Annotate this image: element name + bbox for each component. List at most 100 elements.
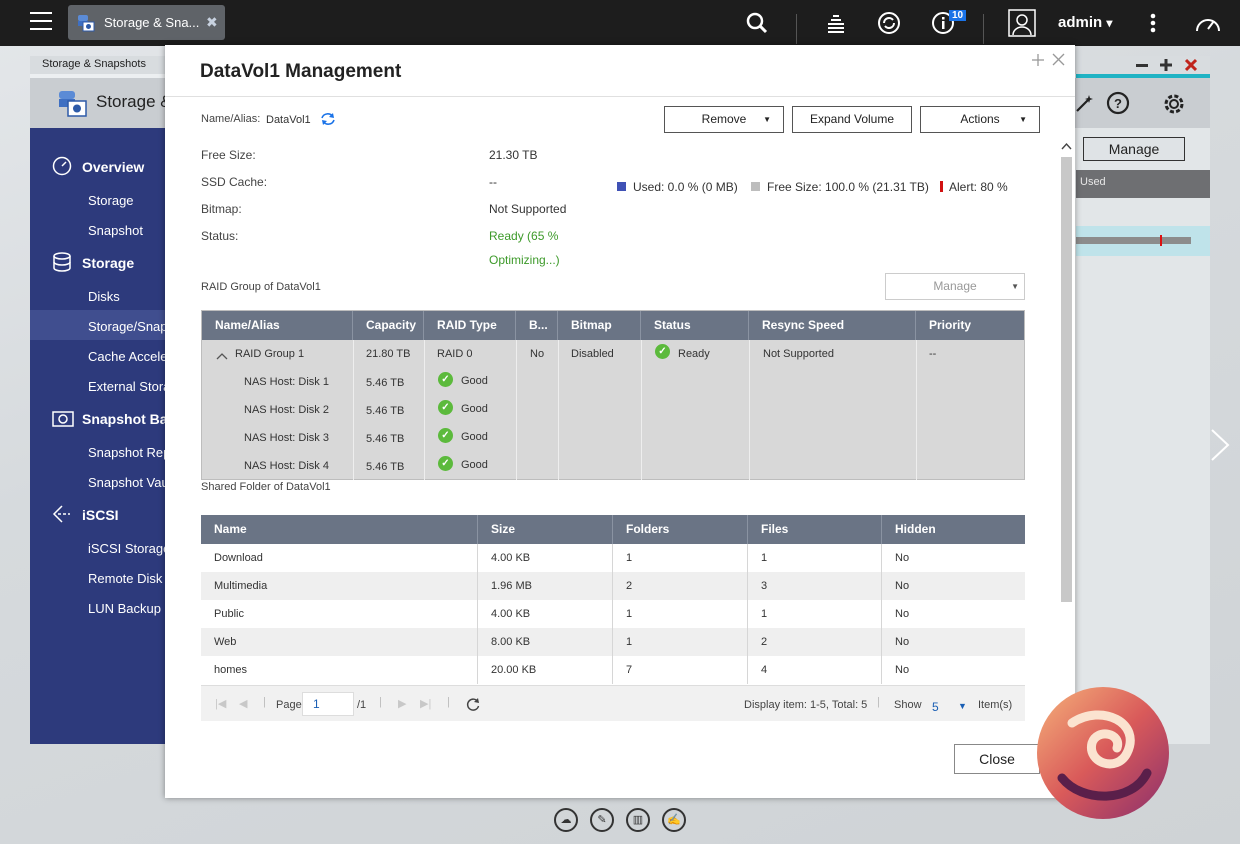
maximize-icon[interactable] [1160, 58, 1172, 72]
background-tasks-icon[interactable] [825, 12, 847, 37]
refresh-icon[interactable] [320, 111, 336, 130]
column-header[interactable]: Size [478, 515, 613, 544]
sidebar-item-external[interactable]: External Stora [88, 379, 170, 394]
next-page-icon[interactable]: ▶ [398, 697, 406, 710]
collapse-chevron-icon[interactable] [216, 349, 228, 363]
close-window-icon[interactable] [1184, 58, 1198, 72]
actions-button[interactable]: Actions ▼ [920, 106, 1040, 133]
column-header[interactable]: Status [641, 311, 749, 340]
raid-group-type: RAID 0 [437, 348, 473, 360]
page-input[interactable]: 1 [302, 692, 354, 716]
disk-row[interactable]: NAS Host: Disk 1 5.46 TB ✓ Good [202, 368, 1024, 396]
dock-notes-icon[interactable]: ✍ [662, 808, 686, 832]
shared-folder-section-label: Shared Folder of DataVol1 [201, 481, 331, 493]
raid-manage-button[interactable]: Manage ▼ [885, 273, 1025, 300]
column-header[interactable]: Files [748, 515, 882, 544]
main-menu-icon[interactable] [30, 12, 52, 30]
sidebar-item-snapshot-vault[interactable]: Snapshot Vau [88, 475, 169, 490]
user-menu[interactable]: admin ▾ [1058, 14, 1112, 31]
disk-status: Good [461, 375, 488, 387]
user-avatar-icon[interactable] [1008, 9, 1036, 40]
chevron-down-icon: ▼ [958, 701, 967, 711]
table-row[interactable]: homes 20.00 KB 7 4 No [201, 656, 1025, 684]
actions-button-label: Actions [960, 112, 1000, 126]
page-size-select[interactable]: 5 ▼ [926, 694, 972, 714]
dock-tools-icon[interactable]: ✎ [590, 808, 614, 832]
column-header[interactable]: Priority [916, 311, 1024, 340]
reload-icon[interactable] [466, 697, 480, 714]
table-row[interactable]: Web 8.00 KB 1 2 No [201, 628, 1025, 656]
disk-row[interactable]: NAS Host: Disk 3 5.46 TB ✓ Good [202, 424, 1024, 452]
pager-divider: | [447, 696, 450, 708]
disk-row[interactable]: NAS Host: Disk 4 5.46 TB ✓ Good [202, 452, 1024, 480]
sidebar: Overview Storage Snapshot Storage Disks … [30, 128, 175, 744]
pager-divider: | [877, 696, 880, 708]
disk-row[interactable]: NAS Host: Disk 2 5.46 TB ✓ Good [202, 396, 1024, 424]
dialog-close-icon[interactable] [1052, 51, 1065, 71]
table-row[interactable]: Public 4.00 KB 1 1 No [201, 600, 1025, 628]
dialog-maximize-icon[interactable] [1032, 53, 1044, 71]
table-row[interactable]: Multimedia 1.96 MB 2 3 No [201, 572, 1025, 600]
sidebar-item-snapshot-backup[interactable]: Snapshot Bac [82, 411, 175, 427]
sidebar-item-storage-overview[interactable]: Storage [88, 193, 134, 208]
column-header[interactable]: Name [201, 515, 478, 544]
remove-button[interactable]: Remove ▼ [664, 106, 784, 133]
column-header[interactable]: Bitmap [558, 311, 641, 340]
shared-folder-header: Name Size Folders Files Hidden [201, 515, 1025, 544]
sync-icon[interactable] [877, 11, 901, 38]
sidebar-item-lun-backup[interactable]: LUN Backup [88, 601, 161, 616]
column-header[interactable]: Name/Alias [202, 311, 353, 340]
column-header[interactable]: Hidden [882, 515, 1025, 544]
used-legend: Used: 0.0 % (0 MB) [633, 180, 738, 194]
expand-volume-button[interactable]: Expand Volume [792, 106, 912, 133]
folder-size: 20.00 KB [478, 656, 613, 684]
search-icon[interactable] [746, 12, 768, 37]
settings-gear-icon[interactable] [1161, 91, 1187, 120]
prev-page-icon[interactable]: ◀ [239, 697, 247, 710]
disk-status: Good [461, 431, 488, 443]
help-icon[interactable]: ? [1106, 91, 1130, 118]
sidebar-item-iscsi-storage[interactable]: iSCSI Storage [88, 541, 170, 556]
minimize-icon[interactable] [1136, 58, 1148, 72]
sidebar-item-snapshot-overview[interactable]: Snapshot [88, 223, 143, 238]
close-button[interactable]: Close [954, 744, 1040, 774]
column-header[interactable]: Resync Speed [749, 311, 916, 340]
bg-manage-button[interactable]: Manage [1083, 137, 1185, 161]
overview-icon [52, 156, 72, 179]
column-header[interactable]: B... [516, 311, 558, 340]
folder-hidden: No [895, 552, 910, 564]
column-header[interactable]: RAID Type [424, 311, 516, 340]
dock-book-icon[interactable]: ▥ [626, 808, 650, 832]
sidebar-item-snapshot-replica[interactable]: Snapshot Rep [88, 445, 170, 460]
dock-cloud-icon[interactable]: ☁ [554, 808, 578, 832]
free-legend: Free Size: 100.0 % (21.31 TB) [767, 180, 929, 194]
wand-icon[interactable] [1074, 92, 1096, 117]
bitmap-label: Bitmap: [201, 202, 242, 216]
raid-group-priority: -- [929, 348, 937, 360]
table-row[interactable]: Download 4.00 KB 1 1 No [201, 544, 1025, 572]
sidebar-item-storage[interactable]: Storage [82, 255, 134, 271]
scrollbar-thumb[interactable] [1061, 157, 1072, 602]
pager-divider: | [263, 696, 266, 708]
more-options-icon[interactable] [1150, 13, 1156, 36]
sidebar-item-iscsi[interactable]: iSCSI [82, 507, 119, 523]
status-label: Status: [201, 229, 239, 243]
free-legend-swatch [751, 182, 760, 191]
last-page-icon[interactable]: ▶| [420, 697, 431, 710]
sidebar-item-disks[interactable]: Disks [88, 289, 120, 304]
sidebar-item-remote-disk[interactable]: Remote Disk [88, 571, 162, 586]
dashboard-gauge-icon[interactable] [1194, 11, 1222, 38]
chevron-down-icon: ▼ [763, 115, 771, 124]
free-size-label: Free Size: [201, 148, 256, 162]
sidebar-item-overview[interactable]: Overview [82, 159, 144, 175]
first-page-icon[interactable]: |◀ [215, 697, 226, 710]
column-header[interactable]: Folders [613, 515, 748, 544]
desktop-right-arrow-icon[interactable] [1208, 428, 1232, 462]
column-header[interactable]: Capacity [353, 311, 424, 340]
raid-group-row[interactable]: RAID Group 1 21.80 TB RAID 0 No Disabled… [202, 340, 1024, 368]
task-tab-storage[interactable]: Storage & Sna... ✖ [68, 5, 225, 40]
title-divider [165, 96, 1075, 97]
sidebar-item-cache[interactable]: Cache Accele [88, 349, 168, 364]
sidebar-item-storage-snapshots-label: Storage/Snap [88, 319, 168, 334]
task-tab-close-icon[interactable]: ✖ [206, 14, 218, 31]
